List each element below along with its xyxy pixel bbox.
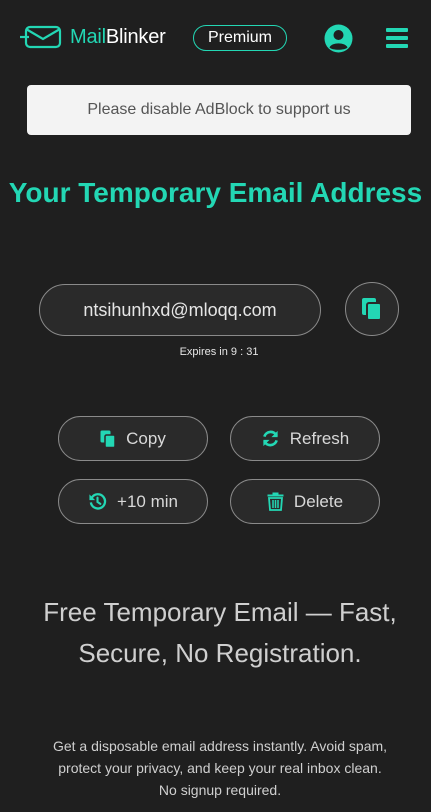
header: MailBlinker Premium — [0, 0, 431, 76]
refresh-icon — [262, 430, 278, 447]
delete-button[interactable]: Delete — [230, 479, 380, 524]
menu-button[interactable] — [386, 28, 408, 53]
copy-email-button[interactable] — [345, 282, 399, 336]
info-description: Get a disposable email address instantly… — [52, 738, 388, 798]
envelope-logo-icon — [20, 25, 62, 49]
adblock-notice: Please disable AdBlock to support us — [27, 85, 411, 135]
menu-icon — [386, 28, 408, 48]
page-title: Your Temporary Email Address — [8, 177, 423, 208]
trash-icon — [267, 492, 284, 511]
refresh-button-label: Refresh — [289, 428, 350, 448]
user-circle-icon — [324, 24, 353, 53]
extend-time-label: +10 min — [117, 491, 178, 511]
copy-button[interactable]: Copy — [58, 416, 208, 461]
copy-button-label: Copy — [126, 428, 166, 448]
history-icon — [89, 493, 107, 510]
expiry-timer: Expires in 9 : 31 — [179, 346, 259, 358]
refresh-button[interactable]: Refresh — [230, 416, 380, 461]
premium-button[interactable]: Premium — [193, 25, 287, 51]
user-account-button[interactable] — [324, 24, 353, 58]
logo-text: MailBlinker — [70, 25, 166, 48]
copy-icon — [362, 298, 382, 321]
logo[interactable]: MailBlinker — [20, 24, 166, 50]
email-address-field[interactable]: ntsihunhxd@mloqq.com — [39, 284, 321, 336]
delete-button-label: Delete — [293, 491, 344, 511]
copy-icon — [100, 430, 116, 448]
extend-time-button[interactable]: +10 min — [58, 479, 208, 524]
info-headline: Free Temporary Email — Fast, Secure, No … — [43, 597, 397, 668]
